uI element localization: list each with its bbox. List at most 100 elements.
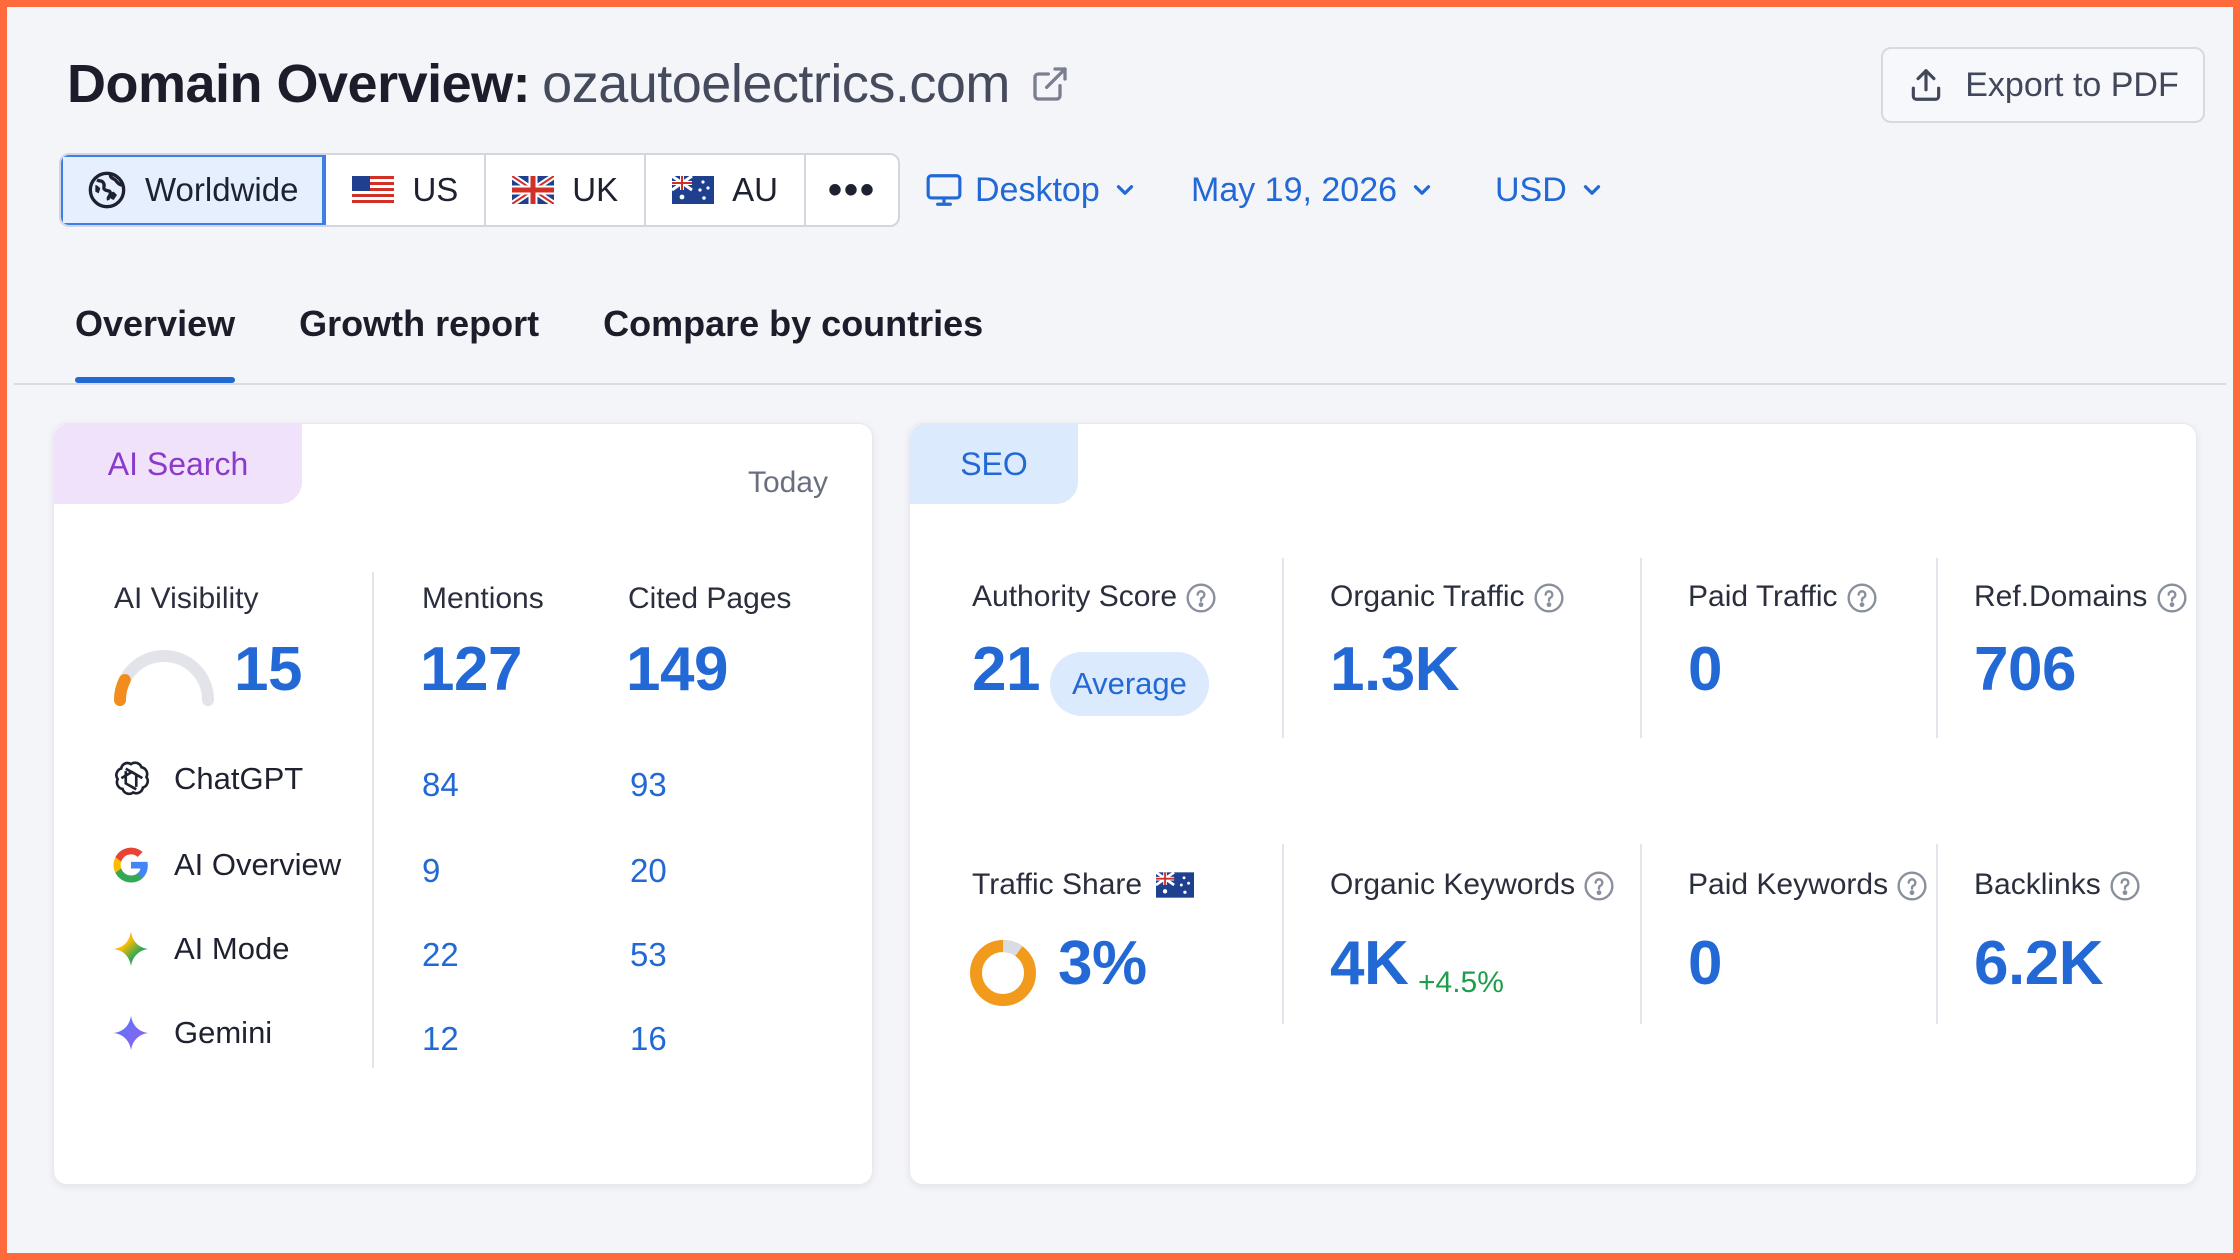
paid-traffic-text: Paid Traffic xyxy=(1688,580,1838,613)
cited-pages-total[interactable]: 149 xyxy=(626,634,728,705)
flag-au-icon xyxy=(1156,872,1195,898)
platform-row-ai-mode: AI Mode xyxy=(110,928,289,970)
page-title: Domain Overview: ozautoelectrics.com xyxy=(67,51,1070,117)
region-uk[interactable]: UK xyxy=(486,155,647,225)
ref-domains-label: Ref.Domains xyxy=(1974,580,2188,614)
tab-overview[interactable]: Overview xyxy=(75,303,236,383)
paid-keywords-text: Paid Keywords xyxy=(1688,868,1889,901)
currency-dropdown[interactable]: USD xyxy=(1495,153,1605,227)
organic-traffic-label: Organic Traffic xyxy=(1330,580,1565,614)
mentions-ai-overview[interactable]: 9 xyxy=(422,852,440,890)
help-icon[interactable] xyxy=(2156,582,2188,614)
backlinks-value[interactable]: 6.2K xyxy=(1974,928,2103,999)
desktop-icon xyxy=(926,174,962,206)
date-dropdown[interactable]: May 19, 2026 xyxy=(1191,153,1435,227)
mentions-chatgpt[interactable]: 84 xyxy=(422,766,459,804)
ref-domains-value[interactable]: 706 xyxy=(1974,634,2076,705)
cited-ai-mode[interactable]: 53 xyxy=(630,936,667,974)
page-tabs: Overview Growth report Compare by countr… xyxy=(75,303,983,383)
region-selector: Worldwide US UK AU ••• xyxy=(59,153,900,227)
cited-pages-label: Cited Pages xyxy=(628,582,792,615)
device-dropdown[interactable]: Desktop xyxy=(925,153,1138,227)
ai-visibility-label: AI Visibility xyxy=(114,582,259,615)
cited-ai-overview[interactable]: 20 xyxy=(630,852,667,890)
region-au[interactable]: AU xyxy=(646,155,806,225)
globe-icon xyxy=(88,171,126,209)
external-link-icon[interactable] xyxy=(1030,64,1070,104)
tab-growth-report[interactable]: Growth report xyxy=(299,303,539,383)
region-label-au: AU xyxy=(732,171,778,208)
organic-traffic-text: Organic Traffic xyxy=(1330,580,1525,613)
date-label: May 19, 2026 xyxy=(1191,170,1398,209)
help-icon[interactable] xyxy=(1583,870,1615,902)
traffic-share-value: 3% xyxy=(1058,929,1147,998)
authority-score-value: 21 xyxy=(972,635,1040,704)
ai-visibility-value: 15 xyxy=(234,635,302,704)
currency-label: USD xyxy=(1495,170,1567,209)
platform-row-gemini: Gemini xyxy=(110,1012,272,1054)
paid-keywords-value[interactable]: 0 xyxy=(1688,928,1722,999)
chatgpt-icon xyxy=(115,761,150,796)
column-divider xyxy=(1282,844,1284,1024)
ref-domains-text: Ref.Domains xyxy=(1974,580,2148,613)
google-icon xyxy=(113,847,148,883)
page-frame: Domain Overview: ozautoelectrics.com Exp… xyxy=(0,0,2240,1260)
column-divider xyxy=(1640,558,1642,738)
paid-traffic-value[interactable]: 0 xyxy=(1688,634,1722,705)
flag-us-icon xyxy=(352,176,395,204)
help-icon[interactable] xyxy=(1533,582,1565,614)
organic-keywords-value[interactable]: 4K xyxy=(1330,928,1409,999)
tabs-divider xyxy=(14,383,2226,385)
ai-search-tab: AI Search xyxy=(54,424,302,504)
column-divider xyxy=(1936,558,1938,738)
region-worldwide[interactable]: Worldwide xyxy=(61,155,327,225)
region-label-worldwide: Worldwide xyxy=(145,171,299,208)
tab-compare-by-countries[interactable]: Compare by countries xyxy=(603,303,983,383)
platform-row-ai-overview: AI Overview xyxy=(110,844,341,886)
backlinks-label: Backlinks xyxy=(1974,868,2141,902)
seo-tab: SEO xyxy=(910,424,1078,504)
organic-keywords-change: +4.5% xyxy=(1418,966,1504,999)
authority-badge: Average xyxy=(1050,652,1209,716)
traffic-share-label: Traffic Share xyxy=(972,868,1195,902)
cited-chatgpt[interactable]: 93 xyxy=(630,766,667,804)
cited-gemini[interactable]: 16 xyxy=(630,1020,667,1058)
region-label-us: US xyxy=(412,171,459,208)
title-prefix: Domain Overview: xyxy=(67,54,531,114)
authority-score-label: Authority Score xyxy=(972,580,1217,614)
chevron-down-icon xyxy=(1413,185,1431,195)
ai-search-card: AI Search Today AI Visibility 15 Mention… xyxy=(53,423,873,1185)
upload-icon xyxy=(1911,69,1941,101)
traffic-share-donut xyxy=(970,940,1036,1006)
help-icon[interactable] xyxy=(1185,582,1217,614)
seo-card: SEO Authority Score 21 Average Organic T… xyxy=(909,423,2197,1185)
mentions-gemini[interactable]: 12 xyxy=(422,1020,459,1058)
help-icon[interactable] xyxy=(1896,870,1928,902)
domain-name: ozautoelectrics.com xyxy=(542,54,1010,114)
chevron-down-icon xyxy=(1116,185,1133,195)
traffic-share-text: Traffic Share xyxy=(972,868,1143,901)
period-label: Today xyxy=(747,466,828,499)
paid-traffic-label: Paid Traffic xyxy=(1688,580,1878,614)
help-icon[interactable] xyxy=(2109,870,2141,902)
flag-au-icon xyxy=(672,176,715,204)
platform-name: ChatGPT xyxy=(174,761,304,796)
authority-score-text: Authority Score xyxy=(972,580,1178,613)
ai-mode-icon xyxy=(113,931,149,967)
column-divider xyxy=(1282,558,1284,738)
platform-row-chatgpt: ChatGPT xyxy=(110,758,303,800)
help-icon[interactable] xyxy=(1846,582,1878,614)
ai-visibility-gauge xyxy=(114,650,214,706)
mentions-total[interactable]: 127 xyxy=(420,634,522,705)
mentions-ai-mode[interactable]: 22 xyxy=(422,936,459,974)
region-us[interactable]: US xyxy=(326,155,487,225)
chevron-down-icon xyxy=(1583,185,1600,195)
more-regions-button[interactable]: ••• xyxy=(806,155,898,225)
export-pdf-button[interactable]: Export to PDF xyxy=(1881,47,2205,123)
organic-traffic-value[interactable]: 1.3K xyxy=(1330,634,1459,705)
export-label: Export to PDF xyxy=(1965,65,2179,104)
column-divider xyxy=(1936,844,1938,1024)
organic-keywords-text: Organic Keywords xyxy=(1330,868,1576,901)
paid-keywords-label: Paid Keywords xyxy=(1688,868,1928,902)
region-label-uk: UK xyxy=(572,171,619,208)
